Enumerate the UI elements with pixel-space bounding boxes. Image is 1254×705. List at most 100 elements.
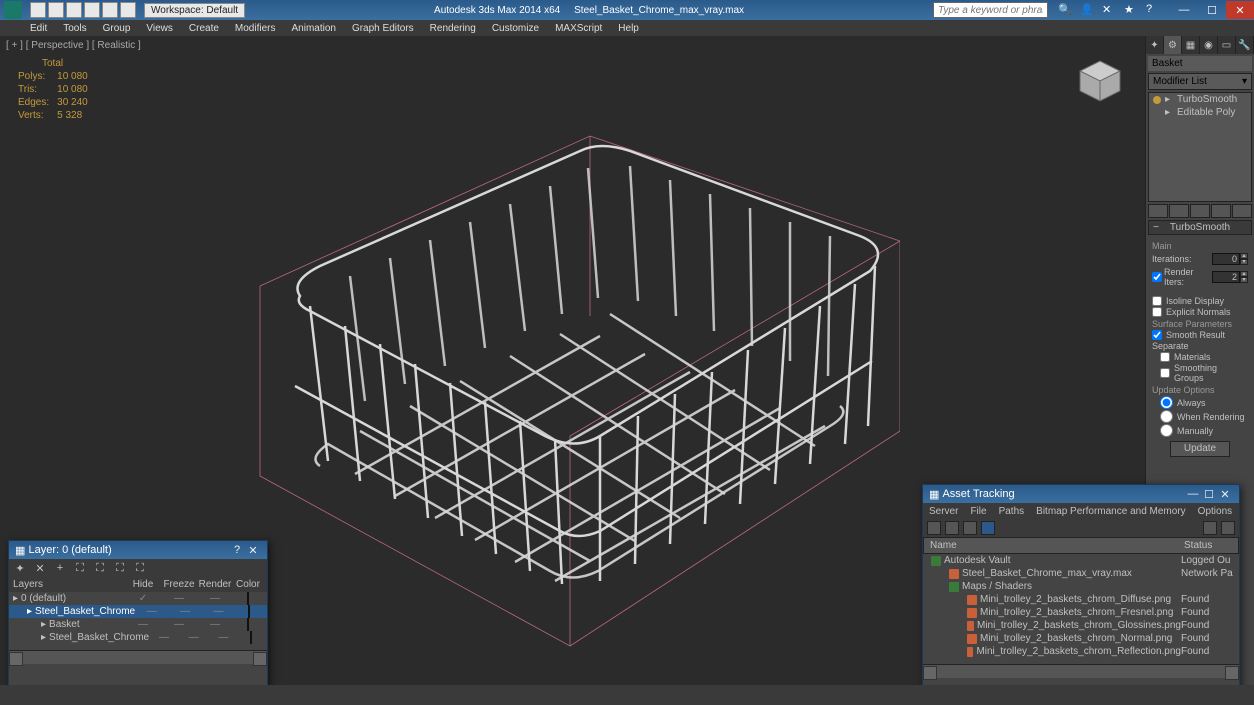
remove-modifier-btn[interactable] — [1211, 204, 1231, 218]
layer-dialog-titlebar[interactable]: ▦ Layer: 0 (default) ? ✕ — [9, 541, 267, 559]
select-layer-btn[interactable]: ⛶ — [73, 561, 87, 575]
modifier-turbosmooth[interactable]: ▸ TurboSmooth — [1149, 93, 1251, 106]
smoothing-groups-checkbox[interactable] — [1160, 368, 1170, 378]
menu-animation[interactable]: Animation — [291, 23, 335, 34]
asset-refresh-btn[interactable] — [927, 521, 941, 535]
asset-menu-server[interactable]: Server — [929, 506, 958, 517]
menu-customize[interactable]: Customize — [492, 23, 539, 34]
turbosmooth-rollout-header[interactable]: TurboSmooth — [1148, 220, 1252, 235]
layer-hscroll[interactable] — [9, 650, 267, 664]
exchange-icon[interactable]: ✕ — [1102, 3, 1116, 17]
add-to-layer-btn[interactable]: + — [53, 561, 67, 575]
modifier-editable-poly[interactable]: ▸ Editable Poly — [1149, 106, 1251, 119]
asset-list[interactable]: Autodesk VaultLogged OuSteel_Basket_Chro… — [923, 554, 1239, 664]
help-icon[interactable]: ? — [1146, 3, 1160, 17]
basket-model[interactable] — [200, 86, 900, 656]
new-btn[interactable] — [30, 2, 46, 18]
asset-help-btn[interactable] — [1221, 521, 1235, 535]
viewport-label[interactable]: [ + ] [ Perspective ] [ Realistic ] — [6, 40, 141, 51]
update-manually-radio[interactable] — [1160, 424, 1173, 437]
menu-rendering[interactable]: Rendering — [430, 23, 476, 34]
asset-row[interactable]: Maps / Shaders — [923, 580, 1239, 593]
viewcube[interactable] — [1075, 56, 1125, 106]
asset-min-btn[interactable]: — — [1185, 488, 1201, 500]
layer-row[interactable]: ▸Steel_Basket_Chrome——— — [9, 605, 267, 618]
hierarchy-tab[interactable]: ▦ — [1182, 36, 1200, 54]
menu-edit[interactable]: Edit — [30, 23, 47, 34]
favorite-icon[interactable]: ★ — [1124, 3, 1138, 17]
utilities-tab[interactable]: 🔧 — [1236, 36, 1254, 54]
menu-group[interactable]: Group — [103, 23, 131, 34]
search-icon[interactable]: 🔍 — [1058, 3, 1072, 17]
undo-btn[interactable] — [84, 2, 100, 18]
layer-row[interactable]: ▸Steel_Basket_Chrome——— — [9, 631, 267, 644]
motion-tab[interactable]: ◉ — [1200, 36, 1218, 54]
modify-tab[interactable]: ⚙ — [1164, 36, 1182, 54]
menu-modifiers[interactable]: Modifiers — [235, 23, 276, 34]
make-unique-btn[interactable] — [1190, 204, 1210, 218]
layer-row[interactable]: ▸Basket——— — [9, 618, 267, 631]
render-iters-checkbox[interactable] — [1152, 272, 1162, 282]
maximize-button[interactable]: ☐ — [1198, 1, 1226, 19]
menu-views[interactable]: Views — [146, 23, 173, 34]
render-iters-spinner[interactable]: 2 — [1212, 271, 1240, 283]
minimize-button[interactable]: — — [1170, 1, 1198, 19]
asset-menu-paths[interactable]: Paths — [999, 506, 1025, 517]
asset-row[interactable]: Mini_trolley_2_baskets_chrom_Glossines.p… — [923, 619, 1239, 632]
asset-columns-header[interactable]: Name Status — [923, 537, 1239, 554]
modifier-list-dropdown[interactable]: Modifier List▾ — [1148, 73, 1252, 90]
asset-row[interactable]: Steel_Basket_Chrome_max_vray.maxNetwork … — [923, 567, 1239, 580]
menu-maxscript[interactable]: MAXScript — [555, 23, 602, 34]
asset-row[interactable]: Mini_trolley_2_baskets_chrom_Reflection.… — [923, 645, 1239, 658]
redo-btn[interactable] — [102, 2, 118, 18]
asset-menu-file[interactable]: File — [970, 506, 986, 517]
delete-layer-btn[interactable]: ✕ — [33, 561, 47, 575]
asset-tree-btn[interactable] — [945, 521, 959, 535]
pin-stack-btn[interactable] — [1148, 204, 1168, 218]
asset-row[interactable]: Mini_trolley_2_baskets_chrom_Diffuse.png… — [923, 593, 1239, 606]
signin-icon[interactable]: 👤 — [1080, 3, 1094, 17]
highlight-layer-btn[interactable]: ⛶ — [93, 561, 107, 575]
asset-list-btn[interactable] — [963, 521, 977, 535]
layer-help-btn[interactable]: ? — [229, 544, 245, 556]
asset-settings-btn[interactable] — [1203, 521, 1217, 535]
link-btn[interactable] — [120, 2, 136, 18]
asset-menu-options[interactable]: Options — [1198, 506, 1232, 517]
menu-create[interactable]: Create — [189, 23, 219, 34]
layer-row[interactable]: ▸0 (default)✓—— — [9, 592, 267, 605]
modifier-stack[interactable]: ▸ TurboSmooth ▸ Editable Poly — [1148, 92, 1252, 202]
materials-checkbox[interactable] — [1160, 352, 1170, 362]
workspace-dropdown[interactable]: Workspace: Default — [144, 3, 245, 18]
new-layer-btn[interactable]: ✦ — [13, 561, 27, 575]
isoline-checkbox[interactable] — [1152, 296, 1162, 306]
asset-row[interactable]: Autodesk VaultLogged Ou — [923, 554, 1239, 567]
asset-row[interactable]: Mini_trolley_2_baskets_chrom_Normal.pngF… — [923, 632, 1239, 645]
configure-sets-btn[interactable] — [1232, 204, 1252, 218]
create-tab[interactable]: ✦ — [1146, 36, 1164, 54]
display-tab[interactable]: ▭ — [1218, 36, 1236, 54]
layer-close-btn[interactable]: ✕ — [245, 544, 261, 557]
asset-table-btn[interactable] — [981, 521, 995, 535]
menu-graph-editors[interactable]: Graph Editors — [352, 23, 414, 34]
update-always-radio[interactable] — [1160, 396, 1173, 409]
object-name-field[interactable]: Basket — [1148, 56, 1252, 71]
close-button[interactable]: ✕ — [1226, 1, 1254, 19]
asset-close-btn[interactable]: ✕ — [1217, 488, 1233, 501]
asset-row[interactable]: Mini_trolley_2_baskets_chrom_Fresnel.png… — [923, 606, 1239, 619]
explicit-normals-checkbox[interactable] — [1152, 307, 1162, 317]
iterations-spinner[interactable]: 0 — [1212, 253, 1240, 265]
open-btn[interactable] — [48, 2, 64, 18]
show-end-result-btn[interactable] — [1169, 204, 1189, 218]
app-icon[interactable] — [4, 1, 22, 19]
menu-help[interactable]: Help — [618, 23, 639, 34]
smooth-result-checkbox[interactable] — [1152, 330, 1162, 340]
search-input[interactable] — [933, 2, 1048, 18]
freeze-layer-btn[interactable]: ⛶ — [133, 561, 147, 575]
layer-tree[interactable]: ▸0 (default)✓——▸Steel_Basket_Chrome———▸B… — [9, 592, 267, 650]
update-rendering-radio[interactable] — [1160, 410, 1173, 423]
menu-tools[interactable]: Tools — [63, 23, 86, 34]
asset-hscroll[interactable] — [923, 664, 1239, 678]
asset-menu-bitmap-performance-and-memory[interactable]: Bitmap Performance and Memory — [1036, 506, 1186, 517]
asset-dialog-titlebar[interactable]: ▦ Asset Tracking — ☐ ✕ — [923, 485, 1239, 503]
save-btn[interactable] — [66, 2, 82, 18]
